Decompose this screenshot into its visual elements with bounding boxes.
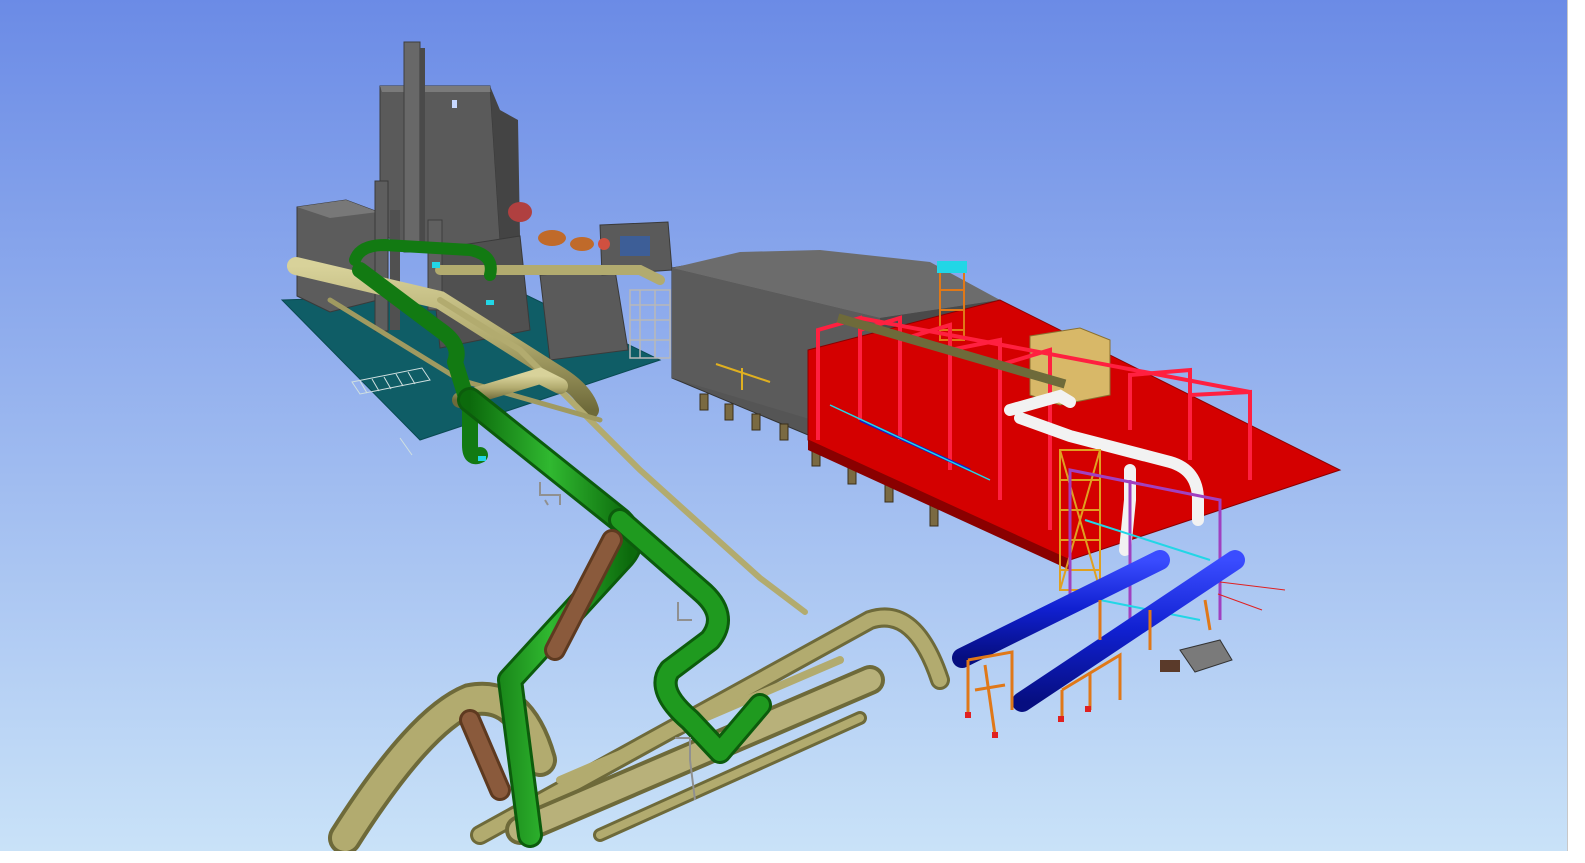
tan-enclosure bbox=[1029, 327, 1111, 406]
viewport-side-border bbox=[1567, 0, 1585, 863]
3d-viewport[interactable] bbox=[0, 0, 1585, 863]
viewport-bottom-border bbox=[0, 851, 1585, 863]
plant-3d-model-scene[interactable] bbox=[0, 0, 1567, 851]
